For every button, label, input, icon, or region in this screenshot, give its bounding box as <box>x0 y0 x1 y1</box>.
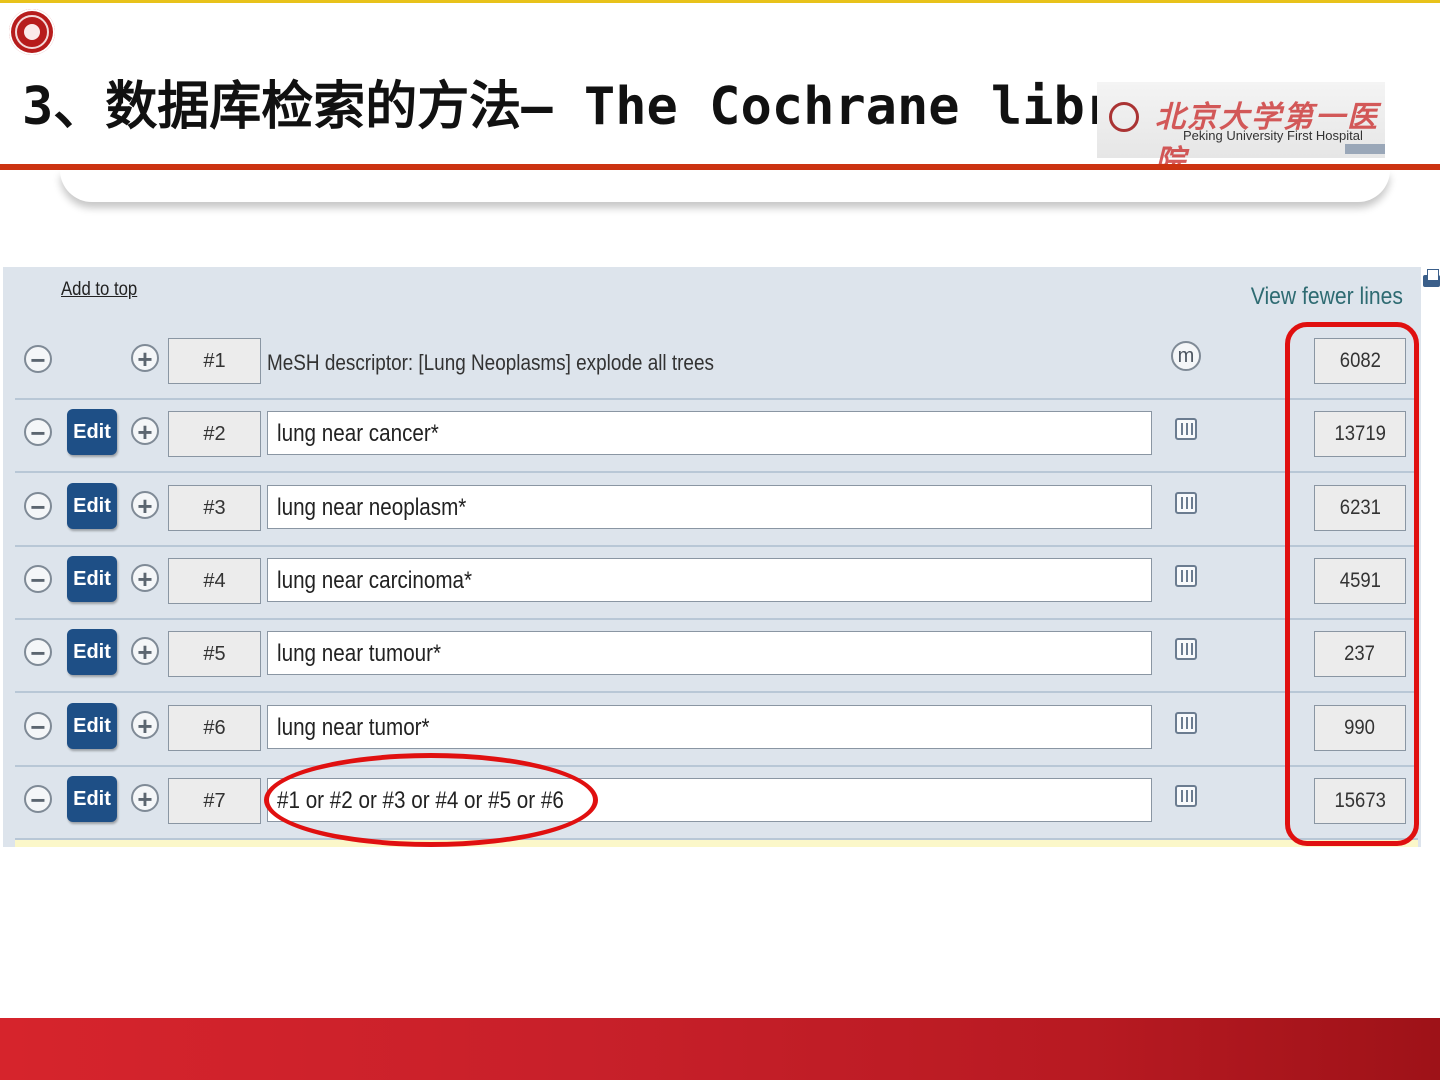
remove-line-icon[interactable]: − <box>24 491 52 520</box>
search-query-input[interactable]: lung near cancer* <box>267 411 1152 456</box>
hospital-logo-bar <box>1345 144 1385 154</box>
edit-button[interactable]: Edit <box>67 555 117 602</box>
add-to-top-link[interactable]: Add to top <box>61 279 137 301</box>
header-shadow <box>60 170 1390 202</box>
add-line-icon[interactable]: + <box>131 417 159 446</box>
slide-bottom-band <box>0 1018 1440 1080</box>
print-icon-paper <box>1427 269 1439 281</box>
search-row: − Edit + #5 lung near tumour* 237 <box>15 619 1418 694</box>
search-query-input[interactable]: lung near tumour* <box>267 631 1152 676</box>
panel-bottom-strip <box>15 839 1418 847</box>
search-row: − Edit + #6 lung near tumor* 990 <box>15 693 1418 767</box>
search-row: − Edit + #3 lung near neoplasm* 6231 <box>15 473 1418 547</box>
search-query-input[interactable]: lung near neoplasm* <box>267 484 1152 529</box>
remove-line-icon[interactable]: − <box>24 711 52 740</box>
add-line-icon[interactable]: + <box>131 783 159 812</box>
line-number: #6 <box>168 704 261 751</box>
search-query-text: lung near neoplasm* <box>277 493 467 521</box>
search-query-text: lung near tumor* <box>277 713 430 741</box>
search-query-text: lung near tumour* <box>277 640 442 668</box>
line-number: #4 <box>168 557 261 604</box>
edit-button[interactable]: Edit <box>67 409 117 456</box>
add-line-icon[interactable]: + <box>131 563 159 592</box>
mesh-icon[interactable]: m <box>1171 341 1201 371</box>
remove-line-icon[interactable]: − <box>24 418 52 447</box>
hospital-name-en: Peking University First Hospital <box>1183 128 1363 143</box>
line-number: #5 <box>168 631 261 678</box>
line-number: #1 <box>168 338 261 384</box>
print-icon[interactable] <box>1421 267 1440 295</box>
search-history-panel: Add to top View fewer lines − + #1 MeSH des… <box>3 267 1421 847</box>
line-number: #7 <box>168 777 261 824</box>
search-row: − Edit + #4 lung near carcinoma* 4591 <box>15 546 1418 620</box>
annotation-oval-combined-query <box>264 753 598 847</box>
search-query-input[interactable]: lung near carcinoma* <box>267 557 1152 602</box>
remove-line-icon[interactable]: − <box>24 784 52 813</box>
view-fewer-lines-link[interactable]: View fewer lines <box>1251 283 1403 311</box>
search-query-input[interactable]: lung near tumor* <box>267 704 1152 749</box>
search-query-text: lung near cancer* <box>277 420 439 448</box>
annotation-rect-counts <box>1285 322 1419 846</box>
edit-button[interactable]: Edit <box>67 702 117 749</box>
remove-line-icon[interactable]: − <box>24 345 52 373</box>
search-row: − Edit + #7 #1 or #2 or #3 or #4 or #5 or #6… <box>15 766 1418 840</box>
add-line-icon[interactable]: + <box>131 490 159 519</box>
search-row: − Edit + #2 lung near cancer* 13719 <box>15 399 1418 474</box>
limits-icon[interactable] <box>1175 491 1197 514</box>
limits-icon[interactable] <box>1175 564 1197 587</box>
logo-core <box>24 24 40 40</box>
search-query-text: lung near carcinoma* <box>277 566 473 594</box>
limits-icon[interactable] <box>1175 784 1197 807</box>
edit-button[interactable]: Edit <box>67 775 117 822</box>
limits-icon[interactable] <box>1175 638 1197 661</box>
limits-icon[interactable] <box>1175 711 1197 734</box>
add-line-icon[interactable]: + <box>131 344 159 372</box>
remove-line-icon[interactable]: − <box>24 564 52 593</box>
edit-button[interactable]: Edit <box>67 629 117 676</box>
university-logo <box>9 9 55 55</box>
add-line-icon[interactable]: + <box>131 637 159 666</box>
hospital-emblem-icon <box>1109 102 1139 132</box>
mesh-query-text: MeSH descriptor: [Lung Neoplasms] explod… <box>267 350 714 375</box>
line-number: #2 <box>168 411 261 458</box>
limits-icon[interactable] <box>1175 418 1197 441</box>
slide-top-line <box>0 0 1440 3</box>
slide-title: 3、数据库检索的方法— The Cochrane library <box>22 77 1211 137</box>
edit-button[interactable]: Edit <box>67 482 117 529</box>
hospital-logo: 北京大学第一医院 Peking University First Hospita… <box>1097 82 1385 179</box>
search-row: − + #1 MeSH descriptor: [Lung Neoplasms] ex… <box>15 326 1418 400</box>
line-number: #3 <box>168 484 261 531</box>
add-line-icon[interactable]: + <box>131 710 159 739</box>
remove-line-icon[interactable]: − <box>24 638 52 667</box>
